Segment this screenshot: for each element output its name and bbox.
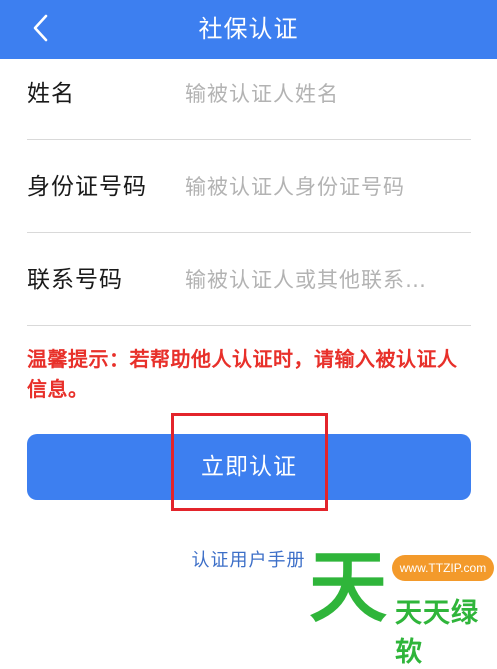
id-number-label: 身份证号码 [27, 174, 147, 200]
name-label: 姓名 [27, 81, 75, 107]
name-row: 姓名 [27, 48, 471, 140]
id-number-input[interactable] [185, 167, 471, 207]
watermark-logo: 天 www.TTZIP.com 天天绿软 [305, 543, 497, 668]
watermark-name: 天天绿软 [395, 598, 479, 668]
watermark-logo-char: 天 [309, 543, 388, 633]
phone-input[interactable] [185, 260, 471, 300]
tip-text: 温馨提示：若帮助他人认证时，请输入被认证人信息。 [27, 347, 458, 401]
verify-now-button[interactable]: 立即认证 [27, 434, 471, 500]
id-number-row: 身份证号码 [27, 141, 471, 233]
name-input[interactable] [185, 74, 471, 114]
phone-row: 联系号码 [27, 234, 471, 326]
phone-label: 联系号码 [27, 267, 123, 293]
watermark-url: www.TTZIP.com [392, 555, 494, 581]
